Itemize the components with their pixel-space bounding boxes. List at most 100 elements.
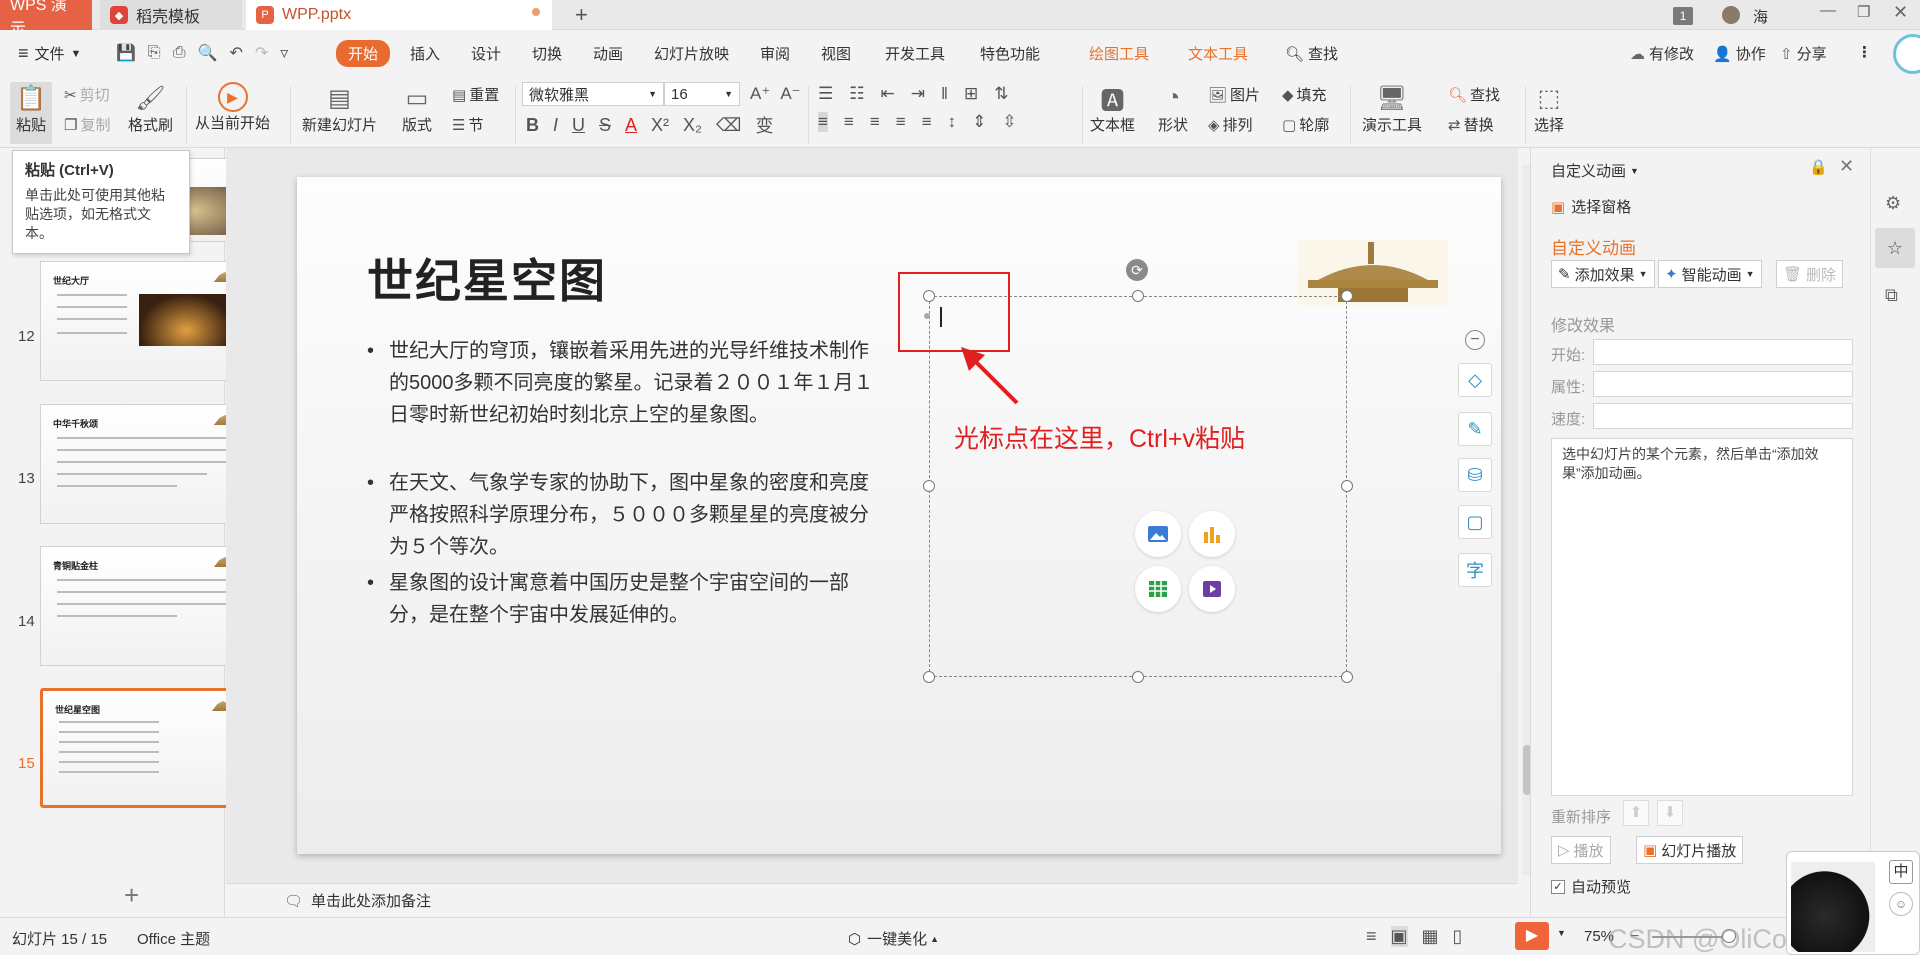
increase-indent-icon[interactable]: ⇥ [911, 84, 925, 104]
thumbnail-15[interactable]: 世纪星空图 [40, 688, 252, 808]
chevron-down-icon[interactable]: ▼ [1557, 928, 1566, 938]
text-direction-icon[interactable]: ⇅ [994, 84, 1008, 104]
thumbnail-13[interactable]: 中华千秋颂 [40, 404, 252, 524]
notes-toggle-icon[interactable]: ≡ [1366, 926, 1377, 947]
close-window-icon[interactable]: ✕ [1893, 2, 1908, 23]
layout-button[interactable]: ▭ 版式 [400, 82, 434, 135]
textbox-button[interactable]: 🅰 文本框 [1090, 82, 1135, 135]
tab-developer[interactable]: 开发工具 [885, 43, 945, 64]
number-list-icon[interactable]: ☷ [849, 84, 864, 104]
layers-icon[interactable]: ◇ [1458, 363, 1492, 397]
underline-icon[interactable]: U [572, 115, 585, 136]
spacing-more-icon[interactable]: ⇳ [1002, 112, 1016, 132]
preview-icon[interactable]: 🔍 [198, 43, 218, 63]
slide-title[interactable]: 世纪星空图 [367, 245, 607, 311]
search-menu[interactable]: 🔍︎ 查找 [1285, 43, 1338, 64]
add-slide-plus-icon[interactable]: + [124, 880, 139, 911]
line-spacing-icon[interactable]: ↕ [948, 112, 957, 132]
tab-design[interactable]: 设计 [471, 43, 501, 64]
from-current-button[interactable]: ▶ 从当前开始 [195, 82, 270, 133]
theme-name[interactable]: Office 主题 [137, 928, 210, 949]
bold-icon[interactable]: B [526, 115, 539, 136]
smart-animation-button[interactable]: ✦ 智能动画 ▼ [1658, 260, 1762, 288]
add-effect-button[interactable]: ✎ 添加效果 ▼ [1551, 260, 1655, 288]
file-menu[interactable]: ≡ 文件 ▼ [18, 43, 81, 64]
arrange-button[interactable]: ◈ 排列 [1208, 114, 1253, 135]
assistant-icon[interactable] [1893, 34, 1920, 74]
replace-button[interactable]: ⇄ 替换 [1448, 114, 1494, 135]
save-icon[interactable]: 💾 [116, 43, 136, 63]
modified-button[interactable]: ☁ 有修改 [1630, 43, 1694, 64]
output-icon[interactable]: ⎘ [148, 44, 161, 62]
align-left-icon[interactable]: ≡ [818, 112, 828, 132]
tab-insert[interactable]: 插入 [410, 43, 440, 64]
shrink-font-icon[interactable]: A⁻ [780, 84, 800, 104]
emoji-icon[interactable]: ☺ [1889, 892, 1913, 916]
find-button[interactable]: 🔍︎ 查找 [1448, 84, 1500, 105]
tab-animation[interactable]: 动画 [593, 43, 623, 64]
pane-header-dropdown[interactable]: 自定义动画 ▼ [1551, 160, 1639, 181]
tab-wps-presentation[interactable]: WPS 演示 [0, 0, 92, 38]
format-painter-button[interactable]: 🖌 格式刷 [128, 82, 173, 135]
start-select[interactable] [1593, 339, 1853, 365]
share-button[interactable]: ⇧ 分享 [1780, 43, 1827, 64]
insert-video-icon[interactable] [1189, 566, 1235, 612]
tab-drawing-tools[interactable]: 绘图工具 [1089, 43, 1149, 64]
bullet-1[interactable]: 世纪大厅的穹顶，镶嵌着采用先进的光导纤维技术制作的5000多颗不同亮度的繁星。记… [367, 335, 887, 431]
thumbnail-14[interactable]: 青铜贴金柱 [40, 546, 252, 666]
resize-handle[interactable] [1132, 671, 1144, 683]
decrease-indent-icon[interactable]: ⇤ [881, 84, 895, 104]
new-slide-button[interactable]: ▤ 新建幻灯片 [302, 82, 377, 135]
tab-document[interactable]: P WPP.pptx [246, 0, 552, 30]
bullet-list-icon[interactable]: ☰ [818, 84, 833, 104]
cut-button[interactable]: ✂ 剪切 [64, 84, 110, 105]
print-icon[interactable]: ⎙ [173, 44, 186, 62]
move-up-icon[interactable]: ⬆ [1623, 800, 1649, 826]
font-name-select[interactable]: 微软雅黑 ▼ [522, 82, 664, 106]
fill-bucket-icon[interactable]: ⛁ [1458, 458, 1492, 492]
new-tab-plus-icon[interactable]: + [575, 2, 588, 28]
more-icon[interactable]: ▿ [280, 43, 288, 63]
undo-icon[interactable]: ↶ [229, 43, 242, 63]
select-button[interactable]: ⬚ 选择 [1532, 82, 1566, 135]
subscript-icon[interactable]: X₂ [683, 115, 702, 136]
transition-icon[interactable]: ⧉ [1885, 285, 1898, 306]
lock-icon[interactable]: 🔒 [1809, 158, 1828, 176]
animation-star-icon[interactable]: ☆ [1875, 228, 1915, 268]
paste-button[interactable]: 📋 粘贴 [10, 82, 52, 144]
window-count-badge[interactable]: 1 [1673, 7, 1693, 25]
tab-transition[interactable]: 切换 [532, 43, 562, 64]
property-select[interactable] [1593, 371, 1853, 397]
font-color-icon[interactable]: A [625, 115, 637, 136]
bullet-2[interactable]: 在天文、气象学专家的协助下，图中星象的密度和亮度严格按照科学原理分布，５０００多… [367, 467, 887, 563]
section-button[interactable]: ☰ 节 [452, 114, 483, 135]
shape-button[interactable]: ◔ 形状 [1156, 82, 1190, 135]
close-pane-icon[interactable]: ✕ [1839, 156, 1854, 177]
resize-handle[interactable] [1341, 290, 1353, 302]
slide-canvas[interactable]: 世纪星空图 世纪大厅的穹顶，镶嵌着采用先进的光导纤维技术制作的5000多颗不同亮… [297, 177, 1501, 854]
settings-sliders-icon[interactable]: ⚙ [1885, 193, 1901, 214]
align-right-icon[interactable]: ≡ [870, 112, 880, 132]
text-format-icon[interactable]: 字 [1458, 553, 1492, 587]
normal-view-icon[interactable]: ▣ [1390, 926, 1408, 947]
distribute-icon[interactable]: ≡ [922, 112, 932, 132]
move-down-icon[interactable]: ⬇ [1657, 800, 1683, 826]
animation-list[interactable]: 选中幻灯片的某个元素，然后单击“添加效果”添加动画。 [1551, 438, 1853, 796]
play-button[interactable]: ▷ 播放 [1551, 836, 1611, 864]
copy-button[interactable]: ❐ 复制 [64, 114, 110, 135]
resize-handle[interactable] [923, 480, 935, 492]
ime-mode[interactable]: 中 [1889, 860, 1913, 884]
italic-icon[interactable]: I [553, 115, 558, 136]
redo-icon[interactable]: ↷ [255, 43, 268, 63]
play-slideshow-icon[interactable]: ▶ [1515, 922, 1549, 950]
rotate-handle-icon[interactable]: ⟳ [1126, 259, 1148, 281]
avatar[interactable] [1722, 6, 1740, 24]
notes-area[interactable]: 🗨 单击此处添加备注 [226, 883, 1518, 917]
insert-chart-icon[interactable] [1189, 511, 1235, 557]
reset-button[interactable]: ▤ 重置 [452, 84, 499, 105]
outline-button[interactable]: ▢ 轮廓 [1282, 114, 1329, 135]
minimize-icon[interactable]: — [1820, 2, 1836, 20]
tab-review[interactable]: 审阅 [760, 43, 790, 64]
picture-button[interactable]: 🖼 图片 [1208, 84, 1260, 105]
insert-table-icon[interactable] [1135, 566, 1181, 612]
